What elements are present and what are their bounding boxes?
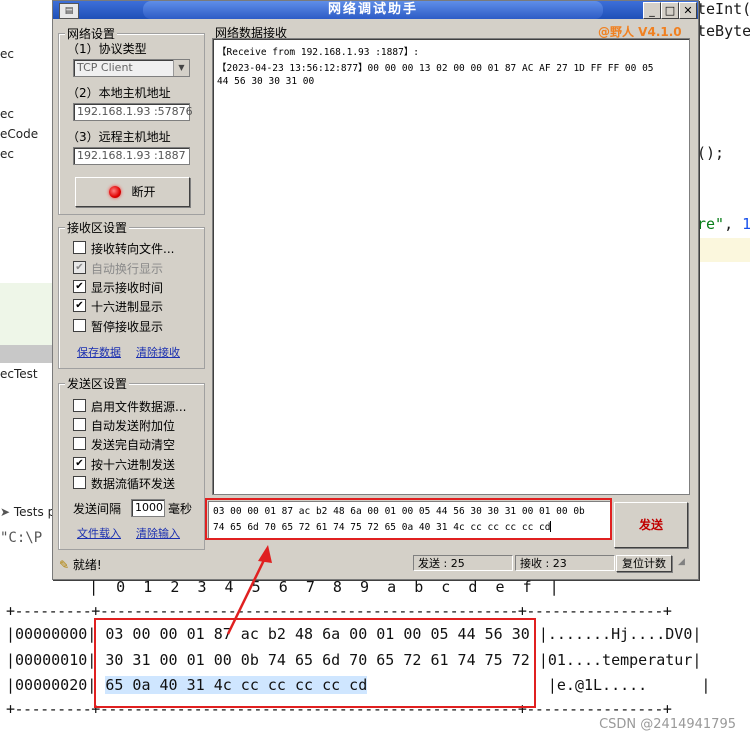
- annotation-arrow: [226, 545, 272, 635]
- watermark: CSDN @2414941795: [599, 717, 736, 732]
